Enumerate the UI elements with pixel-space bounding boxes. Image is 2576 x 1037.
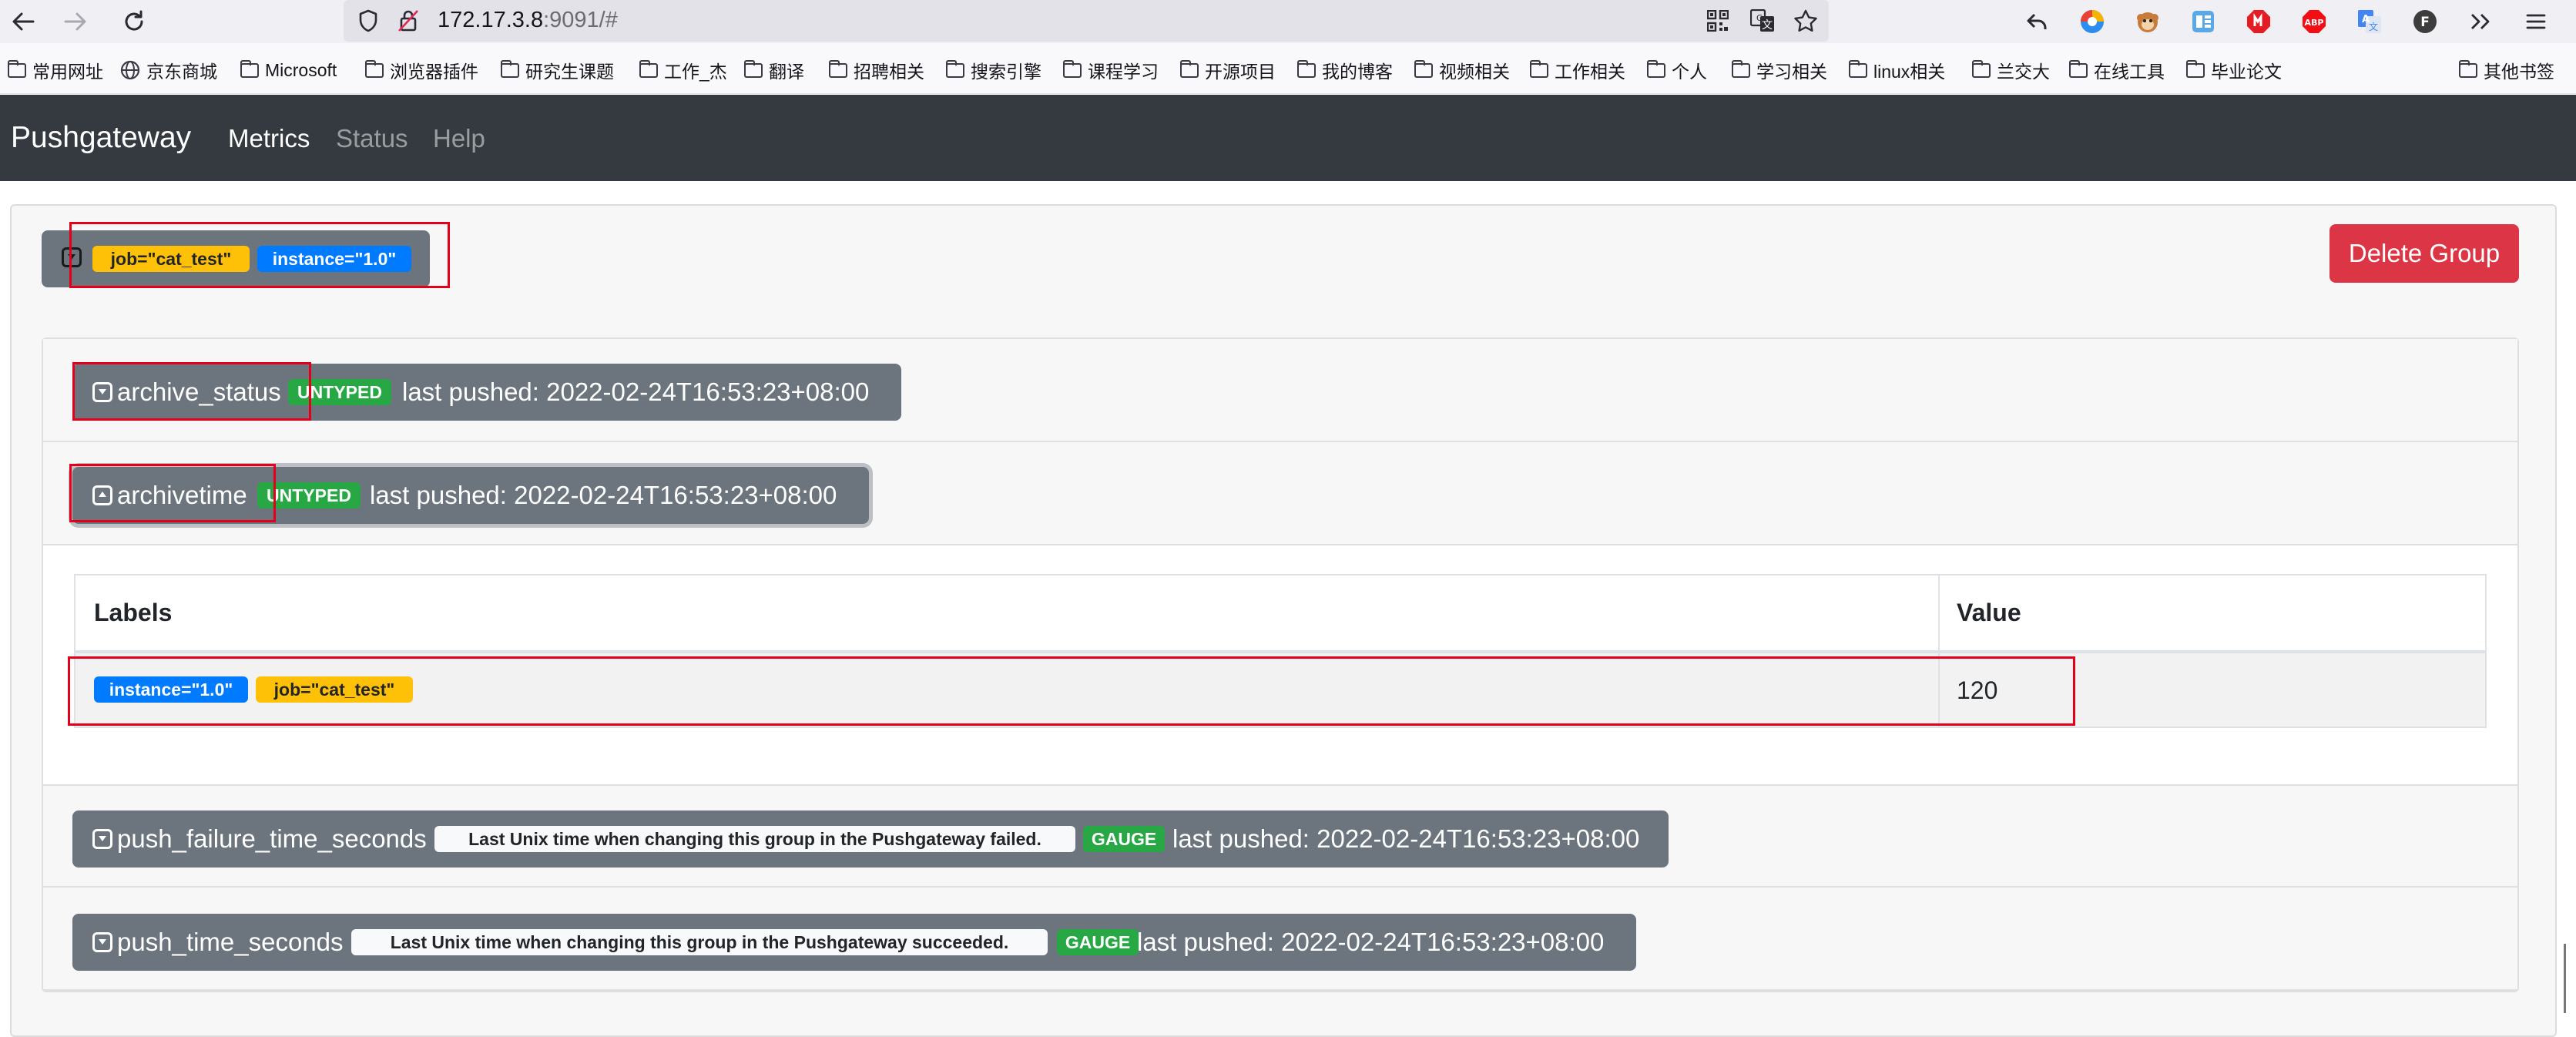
url-host: 172.17.3.8: [438, 8, 544, 32]
metric-toggle-push-time-seconds[interactable]: push_time_seconds Last Unix time when ch…: [72, 914, 1636, 971]
folder-icon: [365, 59, 384, 78]
svg-text:文: 文: [1762, 19, 1773, 32]
metric-help-badge: Last Unix time when changing this group …: [434, 826, 1075, 852]
expand-toggle-icon: [92, 932, 112, 952]
extension-reader-icon[interactable]: [2186, 5, 2220, 39]
folder-icon: [1297, 59, 1316, 78]
annotation-box: [69, 222, 450, 288]
bookmark-folder[interactable]: 毕业论文: [2186, 59, 2282, 82]
more-tools-icon[interactable]: [2464, 5, 2497, 39]
bookmark-folder[interactable]: 工作_杰: [639, 59, 727, 82]
bookmark-folder[interactable]: 兰交大: [1972, 59, 2050, 82]
bookmark-link[interactable]: 京东商城: [120, 59, 217, 82]
shield-icon[interactable]: [353, 5, 384, 36]
folder-icon: [1530, 59, 1548, 78]
metric-type-badge: GAUGE: [1083, 826, 1165, 852]
bookmark-folder[interactable]: 研究生课题: [501, 59, 614, 82]
profile-avatar-icon[interactable]: F: [2408, 5, 2442, 39]
qrcode-icon[interactable]: [1702, 5, 1733, 36]
back-icon[interactable]: [6, 5, 40, 39]
bookmark-folder[interactable]: 在线工具: [2069, 59, 2165, 82]
adblock-icon[interactable]: ABP: [2297, 5, 2331, 39]
bookmark-star-icon[interactable]: [1790, 5, 1821, 36]
bookmark-folder[interactable]: 开源项目: [1180, 59, 1276, 82]
metric-type-badge: GAUGE: [1057, 929, 1139, 955]
url-bar[interactable]: 172.17.3.8:9091/# 文G: [344, 0, 1829, 42]
bookmarks-bar: 常用网址 京东商城 Microsoft 浏览器插件 研究生课题 工作_杰 翻译 …: [0, 43, 2576, 94]
metric-help-badge: Last Unix time when changing this group …: [351, 929, 1048, 955]
reload-icon[interactable]: [117, 5, 151, 39]
scrollbar-thumb[interactable]: [2564, 944, 2566, 1013]
folder-icon: [2459, 59, 2477, 78]
svg-text:G: G: [1756, 13, 1763, 23]
bookmark-folder[interactable]: 视频相关: [1414, 59, 1510, 82]
folder-icon: [2186, 59, 2205, 78]
svg-text:文: 文: [2369, 21, 2378, 32]
folder-icon: [1063, 59, 1082, 78]
extension-colorful-icon[interactable]: [2075, 5, 2109, 39]
extension-stop-icon[interactable]: [2242, 5, 2276, 39]
metric-last-pushed: last pushed: 2022-02-24T16:53:23+08:00: [1137, 928, 1605, 956]
folder-icon: [2069, 59, 2088, 78]
bookmark-folder[interactable]: 工作相关: [1530, 59, 1625, 82]
nav-help[interactable]: Help: [433, 124, 485, 153]
extension-translate-icon[interactable]: A文: [2353, 5, 2386, 39]
bookmark-folder[interactable]: 个人: [1647, 59, 1707, 82]
folder-icon: [1849, 59, 1867, 78]
folder-icon: [1414, 59, 1433, 78]
annotation-box: [68, 656, 2075, 726]
folder-icon: [744, 59, 763, 78]
metric-last-pushed: last pushed: 2022-02-24T16:53:23+08:00: [370, 481, 837, 509]
metric-name: push_time_seconds: [117, 928, 344, 956]
insecure-lock-icon[interactable]: [393, 5, 424, 36]
bookmark-folder[interactable]: 搜索引擎: [946, 59, 1041, 82]
browser-toolbar: 172.17.3.8:9091/# 文G ABP A文 F: [0, 0, 2576, 43]
folder-icon: [1972, 59, 1991, 78]
folder-icon: [1180, 59, 1199, 78]
folder-icon: [639, 59, 658, 78]
folder-icon: [1732, 59, 1750, 78]
table-header-value: Value: [1957, 599, 2021, 626]
folder-icon: [1647, 59, 1665, 78]
brand-logo[interactable]: Pushgateway: [11, 121, 191, 155]
bookmark-folder[interactable]: 翻译: [744, 59, 804, 82]
bookmark-folder[interactable]: 招聘相关: [829, 59, 924, 82]
bookmark-folder-other[interactable]: 其他书签: [2459, 59, 2554, 82]
metric-name: push_failure_time_seconds: [117, 824, 427, 853]
bookmark-folder[interactable]: 常用网址: [8, 59, 103, 82]
annotation-box: [69, 464, 276, 522]
url-text[interactable]: 172.17.3.8:9091/#: [438, 8, 618, 33]
bookmark-folder[interactable]: linux相关: [1849, 59, 1945, 82]
forward-icon[interactable]: [59, 5, 92, 39]
svg-text:F: F: [2420, 15, 2430, 30]
delete-group-button[interactable]: Delete Group: [2329, 224, 2519, 283]
folder-icon: [240, 59, 259, 78]
metric-toggle-push-failure-time-seconds[interactable]: push_failure_time_seconds Last Unix time…: [72, 810, 1669, 868]
folder-icon: [829, 59, 847, 78]
app-navbar: Pushgateway Metrics Status Help: [0, 95, 2576, 181]
extension-monkey-icon[interactable]: [2131, 5, 2165, 39]
translate-icon[interactable]: 文G: [1747, 5, 1778, 36]
expand-toggle-icon: [92, 829, 112, 849]
folder-icon: [8, 59, 26, 78]
menu-icon[interactable]: [2519, 5, 2553, 39]
reply-icon[interactable]: [2020, 5, 2054, 39]
bookmark-folder[interactable]: Microsoft: [240, 59, 337, 82]
table-header-labels: Labels: [94, 599, 173, 626]
url-path: :9091/#: [543, 8, 618, 32]
bookmark-folder[interactable]: 我的博客: [1297, 59, 1393, 82]
bookmark-folder[interactable]: 学习相关: [1732, 59, 1827, 82]
metric-last-pushed: last pushed: 2022-02-24T16:53:23+08:00: [402, 378, 870, 406]
nav-metrics[interactable]: Metrics: [228, 124, 310, 153]
bookmark-folder[interactable]: 浏览器插件: [365, 59, 478, 82]
annotation-box: [72, 362, 311, 421]
metric-last-pushed: last pushed: 2022-02-24T16:53:23+08:00: [1172, 824, 1640, 853]
bookmark-folder[interactable]: 课程学习: [1063, 59, 1159, 82]
svg-text:ABP: ABP: [2305, 18, 2324, 28]
globe-icon: [120, 60, 140, 80]
nav-status[interactable]: Status: [336, 124, 408, 153]
folder-icon: [501, 59, 519, 78]
folder-icon: [946, 59, 964, 78]
